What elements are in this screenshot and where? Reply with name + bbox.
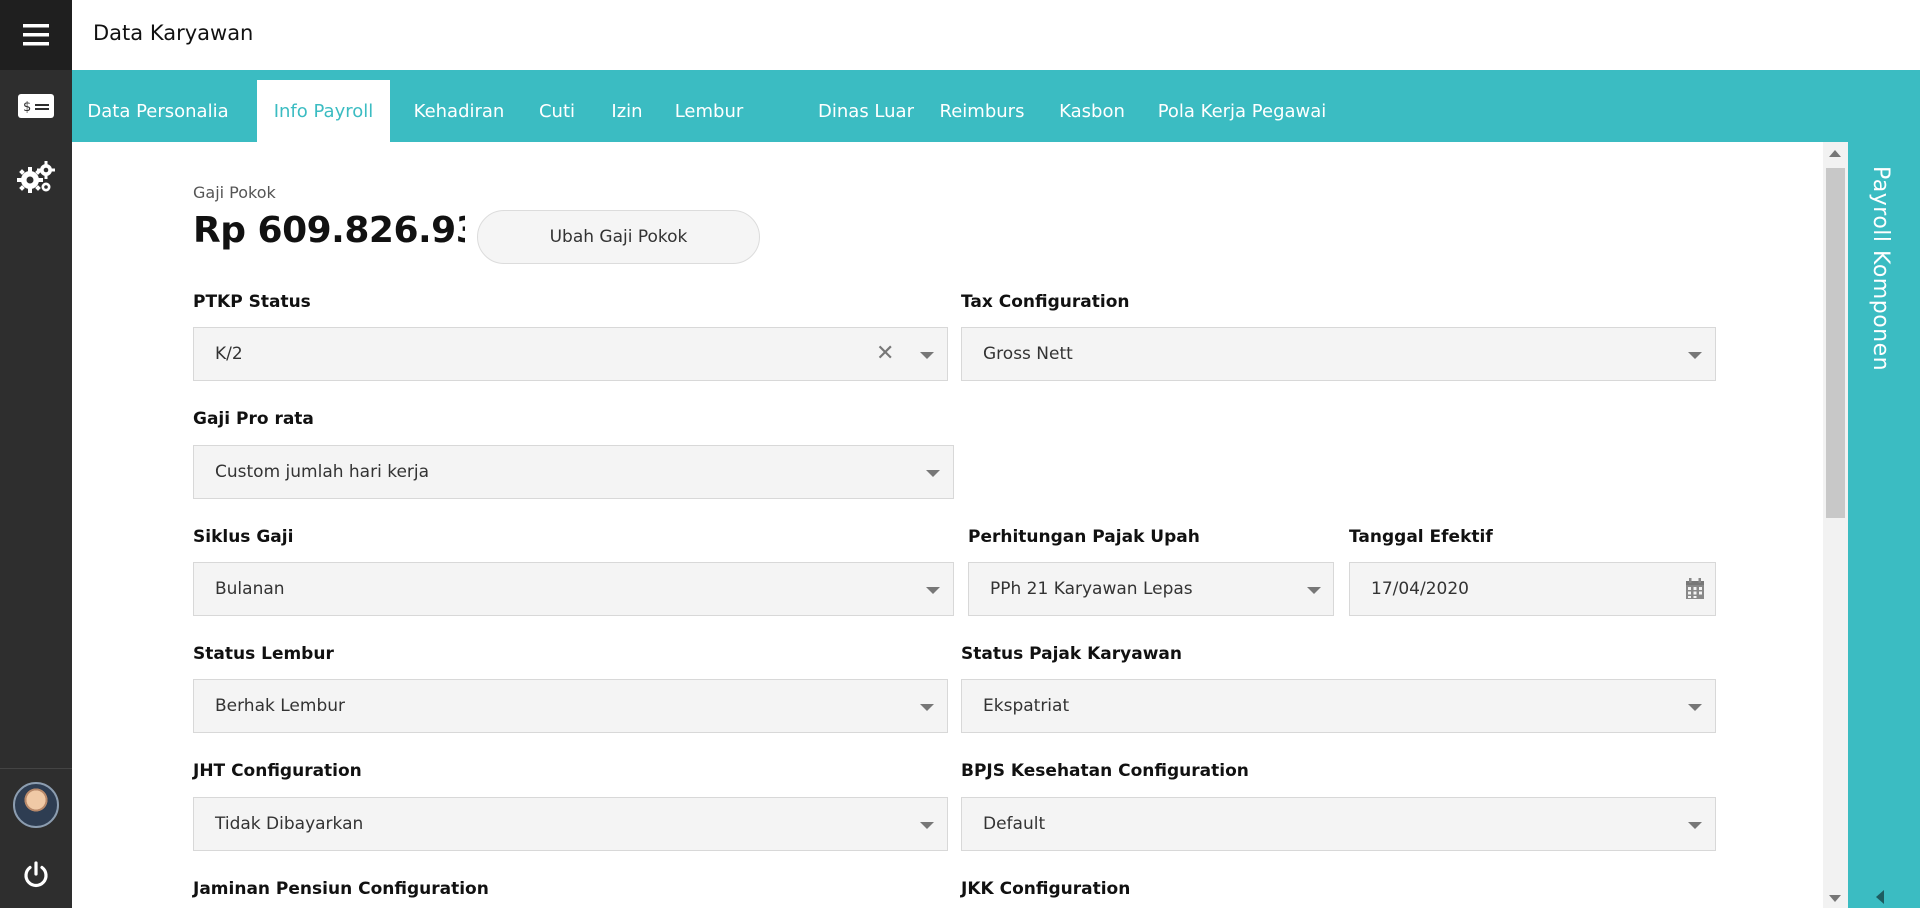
ptkp-status-select[interactable]: K/2 ✕	[193, 327, 948, 381]
gaji-pokok-label: Gaji Pokok	[193, 183, 276, 202]
tab-reimburs[interactable]: Reimburs	[932, 80, 1032, 142]
avatar	[13, 782, 59, 828]
payroll-card-icon: $	[18, 94, 54, 118]
chevron-down-icon	[926, 470, 940, 477]
tab-info-payroll[interactable]: Info Payroll	[257, 80, 390, 142]
jkk-configuration-label: JKK Configuration	[961, 879, 1131, 899]
tax-configuration-value: Gross Nett	[983, 344, 1073, 364]
status-lembur-select[interactable]: Berhak Lembur	[193, 679, 948, 733]
gaji-pro-rata-label: Gaji Pro rata	[193, 409, 314, 429]
tab-izin[interactable]: Izin	[602, 80, 652, 142]
bpjs-kesehatan-configuration-value: Default	[983, 814, 1046, 834]
gaji-pro-rata-select[interactable]: Custom jumlah hari kerja	[193, 445, 954, 499]
rail-divider	[0, 768, 72, 769]
chevron-down-icon	[920, 704, 934, 711]
chevron-down-icon	[1688, 352, 1702, 359]
top-header: Data Karyawan	[72, 0, 1920, 70]
svg-text:$: $	[23, 100, 31, 115]
jht-configuration-value: Tidak Dibayarkan	[215, 814, 364, 834]
menu-toggle-button[interactable]	[0, 0, 72, 70]
collapse-panel-icon[interactable]	[1876, 890, 1884, 904]
scrollbar-thumb[interactable]	[1826, 168, 1845, 518]
tanggal-efektif-label: Tanggal Efektif	[1349, 527, 1493, 547]
payroll-nav-button[interactable]: $	[0, 71, 72, 141]
chevron-down-icon	[926, 587, 940, 594]
siklus-gaji-select[interactable]: Bulanan	[193, 562, 954, 616]
bpjs-kesehatan-configuration-label: BPJS Kesehatan Configuration	[961, 761, 1249, 781]
gaji-pro-rata-value: Custom jumlah hari kerja	[215, 462, 430, 482]
calendar-icon[interactable]	[1685, 578, 1705, 600]
gaji-pokok-value: Rp 609.826.935	[193, 210, 465, 251]
chevron-down-icon	[1688, 822, 1702, 829]
chevron-down-icon	[920, 822, 934, 829]
tax-configuration-select[interactable]: Gross Nett	[961, 327, 1716, 381]
status-pajak-karyawan-label: Status Pajak Karyawan	[961, 644, 1182, 664]
logout-button[interactable]	[0, 840, 72, 908]
bpjs-kesehatan-configuration-select[interactable]: Default	[961, 797, 1716, 851]
status-pajak-karyawan-value: Ekspatriat	[983, 696, 1070, 716]
status-pajak-karyawan-select[interactable]: Ekspatriat	[961, 679, 1716, 733]
chevron-down-icon	[1307, 587, 1321, 594]
perhitungan-pajak-upah-select[interactable]: PPh 21 Karyawan Lepas	[968, 562, 1334, 616]
jht-configuration-label: JHT Configuration	[193, 761, 362, 781]
siklus-gaji-label: Siklus Gaji	[193, 527, 294, 547]
gears-icon	[17, 161, 55, 193]
scroll-down-arrow-icon[interactable]	[1829, 895, 1841, 902]
tab-data-personalia[interactable]: Data Personalia	[82, 80, 234, 142]
jaminan-pensiun-configuration-label: Jaminan Pensiun Configuration	[193, 879, 489, 899]
tab-bar: Data Personalia Info Payroll Kehadiran C…	[72, 70, 1920, 142]
tab-pola-kerja-pegawai[interactable]: Pola Kerja Pegawai	[1157, 80, 1327, 142]
jht-configuration-select[interactable]: Tidak Dibayarkan	[193, 797, 948, 851]
chevron-down-icon	[920, 352, 934, 359]
tab-dinas-luar[interactable]: Dinas Luar	[795, 80, 937, 142]
tab-kasbon[interactable]: Kasbon	[1052, 80, 1132, 142]
tab-lembur[interactable]: Lembur	[667, 80, 751, 142]
page-title: Data Karyawan	[93, 21, 254, 45]
clear-icon[interactable]: ✕	[876, 341, 894, 366]
tab-kehadiran[interactable]: Kehadiran	[404, 80, 514, 142]
siklus-gaji-value: Bulanan	[215, 579, 285, 599]
perhitungan-pajak-upah-value: PPh 21 Karyawan Lepas	[990, 579, 1193, 599]
tax-configuration-label: Tax Configuration	[961, 292, 1130, 312]
scroll-up-arrow-icon[interactable]	[1829, 150, 1841, 157]
ptkp-status-label: PTKP Status	[193, 292, 311, 312]
ptkp-status-value: K/2	[215, 344, 243, 364]
status-lembur-label: Status Lembur	[193, 644, 334, 664]
perhitungan-pajak-upah-label: Perhitungan Pajak Upah	[968, 527, 1200, 547]
ubah-gaji-pokok-button[interactable]: Ubah Gaji Pokok	[477, 210, 760, 264]
settings-nav-button[interactable]	[0, 142, 72, 212]
hamburger-icon	[23, 24, 49, 46]
power-icon	[24, 861, 48, 888]
tab-cuti[interactable]: Cuti	[527, 80, 587, 142]
tanggal-efektif-value: 17/04/2020	[1371, 579, 1469, 599]
tanggal-efektif-datepicker[interactable]: 17/04/2020	[1349, 562, 1716, 616]
profile-button[interactable]	[0, 770, 72, 840]
payroll-komponen-label: Payroll Komponen	[1868, 166, 1893, 372]
status-lembur-value: Berhak Lembur	[215, 696, 345, 716]
chevron-down-icon	[1688, 704, 1702, 711]
